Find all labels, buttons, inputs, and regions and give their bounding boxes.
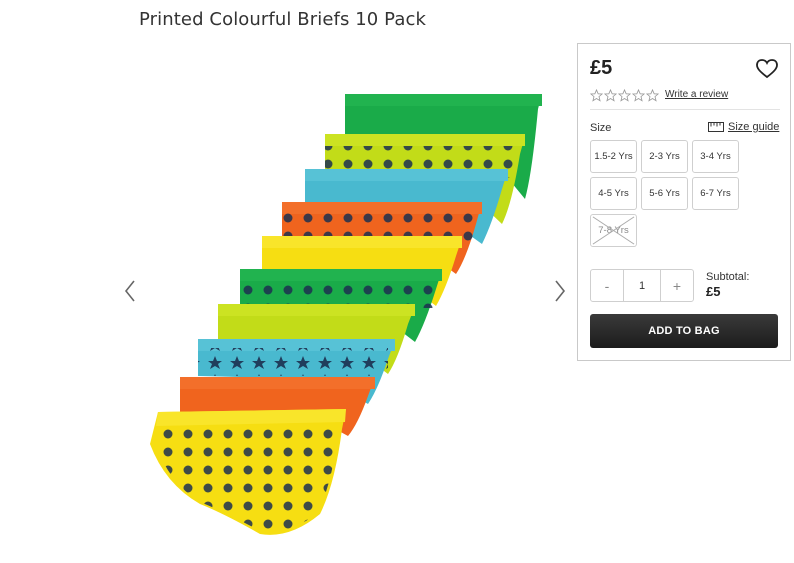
size-guide-label: Size guide bbox=[728, 121, 780, 133]
star-empty-icon bbox=[604, 89, 617, 102]
size-guide-link[interactable]: Size guide bbox=[708, 121, 779, 133]
wishlist-button[interactable] bbox=[756, 59, 778, 79]
size-option[interactable]: 5-6 Yrs bbox=[641, 177, 688, 210]
size-options: 1.5-2 Yrs 2-3 Yrs 3-4 Yrs 4-5 Yrs 5-6 Yr… bbox=[590, 140, 780, 247]
chevron-left-icon bbox=[124, 280, 135, 302]
size-label: Size bbox=[590, 122, 612, 134]
star-empty-icon bbox=[646, 89, 659, 102]
star-empty-icon bbox=[632, 89, 645, 102]
quantity-decrease-button[interactable]: - bbox=[591, 270, 624, 301]
gallery-next-button[interactable] bbox=[550, 278, 570, 304]
product-image bbox=[140, 84, 550, 546]
write-review-link[interactable]: Write a review bbox=[665, 89, 728, 100]
subtotal-value: £5 bbox=[706, 284, 721, 299]
strikethrough-icon bbox=[592, 216, 635, 245]
size-option[interactable]: 3-4 Yrs bbox=[692, 140, 739, 173]
size-option-unavailable[interactable]: 7-8 Yrs bbox=[590, 214, 637, 247]
subtotal-label: Subtotal: bbox=[706, 271, 750, 283]
star-empty-icon bbox=[618, 89, 631, 102]
divider bbox=[590, 109, 780, 110]
gallery-prev-button[interactable] bbox=[120, 278, 140, 304]
purchase-panel: £5 Write a review Size Size guide 1.5-2 … bbox=[577, 43, 791, 361]
size-option[interactable]: 4-5 Yrs bbox=[590, 177, 637, 210]
ruler-icon bbox=[708, 122, 724, 132]
size-option[interactable]: 2-3 Yrs bbox=[641, 140, 688, 173]
star-empty-icon bbox=[590, 89, 603, 102]
brief-yellow-front bbox=[150, 409, 346, 535]
product-title: Printed Colourful Briefs 10 Pack bbox=[139, 9, 426, 30]
quantity-increase-button[interactable]: + bbox=[660, 270, 693, 301]
quantity-stepper: - 1 + bbox=[590, 269, 694, 302]
briefs-illustration bbox=[150, 94, 542, 535]
rating-stars bbox=[590, 89, 659, 102]
chevron-right-icon bbox=[555, 280, 566, 302]
quantity-input[interactable]: 1 bbox=[624, 270, 660, 301]
size-option[interactable]: 1.5-2 Yrs bbox=[590, 140, 637, 173]
size-option[interactable]: 6-7 Yrs bbox=[692, 177, 739, 210]
product-price: £5 bbox=[590, 57, 613, 79]
add-to-bag-button[interactable]: ADD TO BAG bbox=[590, 314, 778, 348]
heart-icon bbox=[756, 59, 778, 79]
